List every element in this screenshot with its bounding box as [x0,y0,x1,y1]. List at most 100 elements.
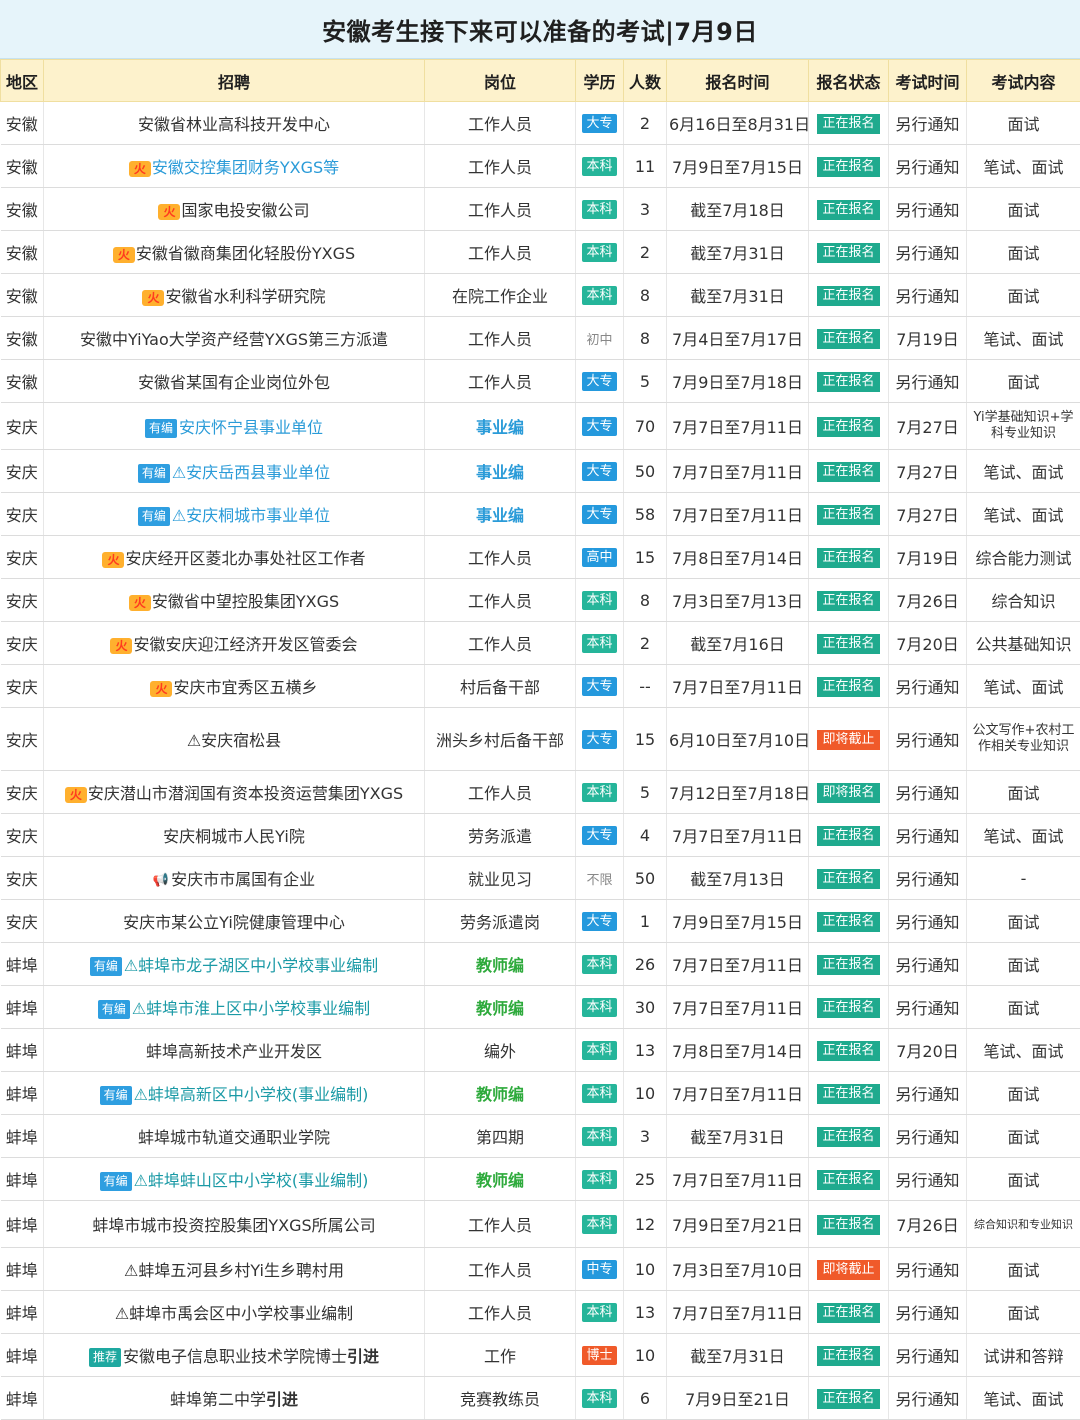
cell-signup: 6月10日至7月10日 [666,707,809,771]
cell-region: 安徽 [0,187,44,231]
cell-recruit[interactable]: 安徽省某国有企业岗位外包 [43,359,425,403]
recruit-name: ⚠安庆宿松县 [186,731,282,750]
edu-badge: 本科 [582,1170,617,1189]
cell-recruit[interactable]: 安徽中YiYao大学资产经营YXGS第三方派遣 [43,316,425,360]
cell-exam: 7月19日 [888,316,967,360]
cell-edu: 大专 [575,813,624,857]
cell-region: 安庆 [0,664,44,708]
cell-recruit[interactable]: 安徽省林业高科技开发中心 [43,101,425,145]
cell-status: 正在报名 [808,985,889,1029]
status-badge: 正在报名 [817,1127,880,1147]
cell-exam: 另行通知 [888,273,967,317]
cell-post: 工作人员 [424,359,576,403]
status-badge: 正在报名 [817,157,880,177]
cell-recruit[interactable]: 火安庆经开区菱北办事处社区工作者 [43,535,425,579]
cell-status: 正在报名 [808,230,889,274]
table-row: 安徽火国家电投安徽公司 工作人员 本科 3 截至7月18日 正在报名 另行通知 面试 [0,187,1080,231]
cell-region: 安庆 [0,899,44,943]
cell-edu: 本科 [575,985,624,1029]
cell-content: 笔试、面试 [966,1028,1080,1072]
cell-exam: 7月20日 [888,621,967,665]
edu-badge: 大专 [582,114,617,133]
recruit-name: 安徽省水利科学研究院 [165,287,326,306]
cell-recruit[interactable]: 有编 ⚠蚌埠高新区中小学校(事业编制) [43,1071,425,1115]
status-badge: 正在报名 [817,1303,880,1323]
status-badge: 正在报名 [817,1389,880,1409]
cell-recruit[interactable]: 火安庆潜山市潜润国有资本投资运营集团YXGS [43,770,425,814]
cell-post: 工作人员 [424,1200,576,1248]
cell-recruit[interactable]: 火安徽省徽商集团化轻股份YXGS [43,230,425,274]
edu-badge: 本科 [582,157,617,176]
status-badge: 正在报名 [817,417,880,437]
cell-region: 安庆 [0,492,44,536]
status-badge: 正在报名 [817,114,880,134]
cell-recruit[interactable]: 火安徽安庆迎江经济开发区管委会 [43,621,425,665]
table-row: 安徽火安徽省徽商集团化轻股份YXGS 工作人员 本科 2 截至7月31日 正在报名 另行通知… [0,230,1080,274]
table-row: 安庆火安徽安庆迎江经济开发区管委会 工作人员 本科 2 截至7月16日 正在报名 7月20日… [0,621,1080,665]
cell-recruit[interactable]: 推荐 安徽电子信息职业技术学院博士引进 [43,1333,425,1377]
cell-status: 正在报名 [808,1200,889,1248]
table-row: 安徽 安徽中YiYao大学资产经营YXGS第三方派遣 工作人员 初中 8 7月4日至7月1… [0,316,1080,360]
cell-recruit[interactable]: 有编 安庆怀宁县事业单位 [43,402,425,450]
cell-edu: 初中 [575,316,624,360]
cell-recruit[interactable]: 火安徽省中望控股集团YXGS [43,578,425,622]
fire-icon: 火 [128,594,151,611]
cell-recruit[interactable]: 安庆市某公立Yi院健康管理中心 [43,899,425,943]
cell-recruit[interactable]: 📢 安庆市市属国有企业 [43,856,425,900]
cell-post: 工作人员 [424,316,576,360]
cell-edu: 大专 [575,402,624,450]
cell-post: 事业编 [424,402,576,450]
cell-recruit[interactable]: 有编 ⚠安庆桐城市事业单位 [43,492,425,536]
recruit-name: 蚌埠市城市投资控股集团YXGS所属公司 [92,1216,376,1235]
cell-recruit[interactable]: 火安徽交控集团财务YXGS等 [43,144,425,188]
cell-signup: 7月7日至7月11日 [666,985,809,1029]
cell-recruit[interactable]: 有编 ⚠蚌埠市淮上区中小学校事业编制 [43,985,425,1029]
cell-exam: 另行通知 [888,1157,967,1201]
cell-status: 正在报名 [808,621,889,665]
cell-edu: 大专 [575,899,624,943]
youbian-tag: 有编 [137,464,170,483]
cell-recruit[interactable]: 火安庆市宜秀区五横乡 [43,664,425,708]
cell-recruit[interactable]: 蚌埠市城市投资控股集团YXGS所属公司 [43,1200,425,1248]
title-bar: 安徽考生接下来可以准备的考试|7月9日 [0,0,1080,59]
cell-exam: 另行通知 [888,359,967,403]
cell-recruit[interactable]: 蚌埠高新技术产业开发区 [43,1028,425,1072]
cell-status: 正在报名 [808,1333,889,1377]
cell-status: 正在报名 [808,1157,889,1201]
edu-badge: 本科 [582,1127,617,1146]
cell-content: 面试 [966,942,1080,986]
status-badge: 正在报名 [817,505,880,525]
cell-region: 安庆 [0,770,44,814]
status-badge: 正在报名 [817,286,880,306]
cell-recruit[interactable]: 蚌埠第二中学引进 [43,1376,425,1420]
cell-recruit[interactable]: 安庆桐城市人民Yi院 [43,813,425,857]
cell-content: 笔试、面试 [966,1376,1080,1420]
cell-edu: 本科 [575,621,624,665]
cell-edu: 大专 [575,101,624,145]
cell-edu: 高中 [575,535,624,579]
cell-recruit[interactable]: ⚠安庆宿松县 [43,707,425,771]
header-status: 报名状态 [808,59,889,102]
cell-num: 26 [623,942,667,986]
header-signup: 报名时间 [666,59,809,102]
cell-exam: 另行通知 [888,707,967,771]
cell-recruit[interactable]: 有编 ⚠安庆岳西县事业单位 [43,449,425,493]
cell-recruit[interactable]: 火国家电投安徽公司 [43,187,425,231]
cell-edu: 本科 [575,1028,624,1072]
cell-recruit[interactable]: ⚠蚌埠市禹会区中小学校事业编制 [43,1290,425,1334]
cell-recruit[interactable]: 火安徽省水利科学研究院 [43,273,425,317]
cell-recruit[interactable]: ⚠蚌埠五河县乡村Yi生乡聘村用 [43,1247,425,1291]
cell-recruit[interactable]: 有编 ⚠蚌埠市龙子湖区中小学校事业编制 [43,942,425,986]
header-row: 地区 招聘 岗位 学历 人数 报名时间 报名状态 考试时间 考试内容 [0,59,1080,102]
header-content: 考试内容 [966,59,1080,102]
cell-exam: 7月26日 [888,578,967,622]
cell-recruit[interactable]: 有编 ⚠蚌埠蚌山区中小学校(事业编制) [43,1157,425,1201]
youbian-tag: 有编 [99,1172,132,1191]
edu-badge: 本科 [582,1303,617,1322]
recruit-name: 安徽安庆迎江经济开发区管委会 [133,635,358,654]
cell-status: 正在报名 [808,449,889,493]
cell-status: 正在报名 [808,1071,889,1115]
cell-recruit[interactable]: 蚌埠城市轨道交通职业学院 [43,1114,425,1158]
cell-status: 正在报名 [808,359,889,403]
cell-post: 事业编 [424,449,576,493]
